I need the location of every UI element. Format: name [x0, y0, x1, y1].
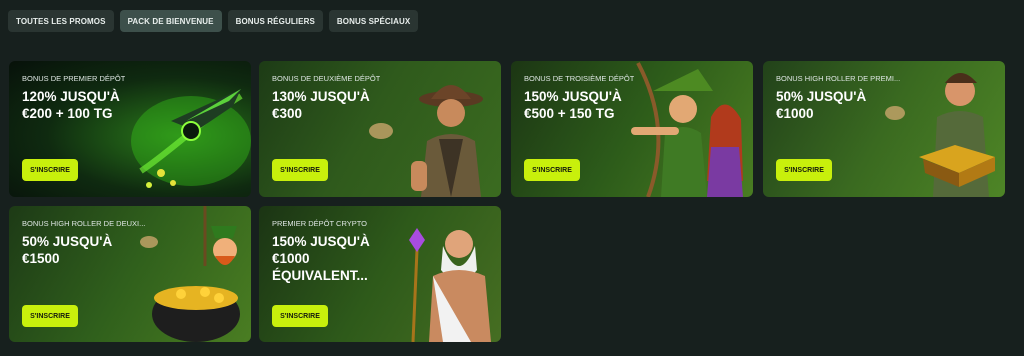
card-caption: BONUS DE DEUXIÈME DÉPÔT — [272, 74, 381, 83]
promo-card-high-roller-second: BONUS HIGH ROLLER DE DEUXI... 50% JUSQU'… — [9, 206, 251, 342]
tab-regular-bonuses[interactable]: BONUS RÉGULIERS — [227, 10, 323, 32]
tab-special-bonuses[interactable]: BONUS SPÉCIAUX — [328, 10, 419, 32]
signup-button[interactable]: S'INSCRIRE — [524, 159, 580, 181]
card-offer-title: 50% JUSQU'À €1500 — [22, 234, 113, 266]
card-offer-title: 150% JUSQU'À €500 + 150 TG — [524, 89, 622, 121]
promotions-page: TOUTES LES PROMOS PACK DE BIENVENUE BONU… — [0, 0, 1024, 356]
promo-filter-tabs: TOUTES LES PROMOS PACK DE BIENVENUE BONU… — [8, 10, 419, 32]
card-offer-title: 50% JUSQU'À €1000 — [776, 89, 867, 121]
signup-button[interactable]: S'INSCRIRE — [272, 159, 328, 181]
card-caption: BONUS DE TROISIÈME DÉPÔT — [524, 74, 635, 83]
promo-card-crypto-first: PREMIER DÉPÔT CRYPTO 150% JUSQU'À €1000 … — [259, 206, 501, 342]
signup-button[interactable]: S'INSCRIRE — [776, 159, 832, 181]
card-caption: BONUS HIGH ROLLER DE DEUXI... — [22, 219, 146, 228]
signup-button[interactable]: S'INSCRIRE — [22, 159, 78, 181]
signup-button[interactable]: S'INSCRIRE — [272, 305, 328, 327]
card-caption: PREMIER DÉPÔT CRYPTO — [272, 219, 368, 228]
card-offer-title: 120% JUSQU'À €200 + 100 TG — [22, 89, 120, 121]
promo-card-third-deposit: BONUS DE TROISIÈME DÉPÔT 150% JUSQU'À €5… — [511, 61, 753, 197]
zeus-art — [409, 228, 491, 342]
promo-card-high-roller-first: BONUS HIGH ROLLER DE PREMI... 50% JUSQU'… — [763, 61, 1005, 197]
tab-all-promos[interactable]: TOUTES LES PROMOS — [8, 10, 114, 32]
card-caption: BONUS HIGH ROLLER DE PREMI... — [776, 74, 901, 83]
signup-button[interactable]: S'INSCRIRE — [22, 305, 78, 327]
card-offer-title: 150% JUSQU'À €1000 ÉQUIVALENT... — [272, 234, 370, 283]
card-offer-title: 130% JUSQU'À €300 — [272, 89, 370, 121]
tab-welcome-pack[interactable]: PACK DE BIENVENUE — [119, 10, 222, 32]
promo-card-first-deposit: BONUS DE PREMIER DÉPÔT 120% JUSQU'À €200… — [9, 61, 251, 197]
promo-card-second-deposit: BONUS DE DEUXIÈME DÉPÔT 130% JUSQU'À €30… — [259, 61, 501, 197]
card-caption: BONUS DE PREMIER DÉPÔT — [22, 74, 126, 83]
